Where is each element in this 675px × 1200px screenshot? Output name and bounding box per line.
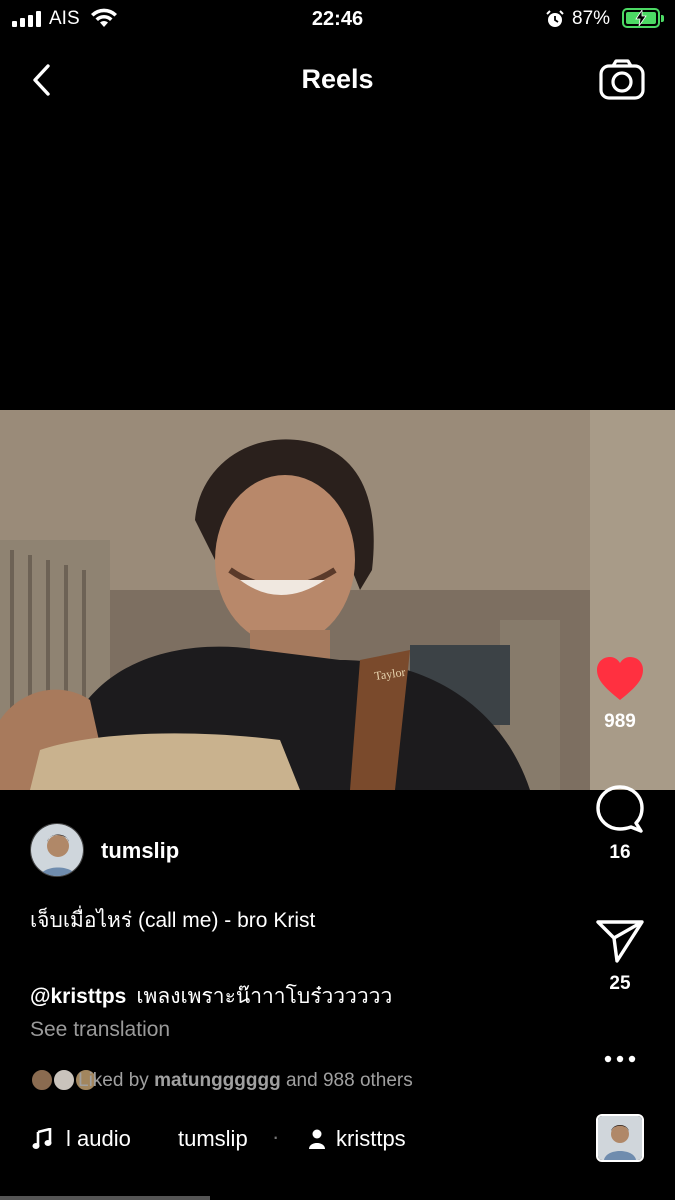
person-icon: [309, 1129, 325, 1149]
liker-avatar: [30, 1068, 54, 1092]
avatar[interactable]: [30, 823, 84, 877]
send-icon[interactable]: [595, 918, 645, 964]
music-note-icon: [32, 1128, 52, 1149]
separator-dot: ·: [272, 1124, 280, 1149]
comment-action[interactable]: 16: [580, 785, 660, 864]
reel-video[interactable]: Taylor: [0, 410, 675, 790]
liked-suffix[interactable]: and 988 others: [286, 1070, 413, 1091]
status-bar: AIS 22:46 87%: [0, 0, 675, 40]
share-count: 25: [609, 973, 631, 994]
camera-icon[interactable]: [598, 58, 646, 102]
caption: @kristtps เพลงเพราะน๊าาาโบร๋วววววว: [30, 980, 392, 1013]
caption-mention[interactable]: @kristtps: [30, 985, 126, 1008]
like-count: 989: [604, 711, 636, 732]
liked-by-text[interactable]: Liked by matungggggg and 988 others: [78, 1070, 413, 1092]
page-title: Reels: [301, 64, 374, 94]
audio-username[interactable]: tumslip: [178, 1126, 248, 1152]
battery-icon: [622, 8, 664, 28]
alarm-icon: [546, 10, 564, 27]
liked-prefix: Liked by: [78, 1070, 149, 1091]
comment-count: 16: [609, 842, 631, 863]
video-frame-illustration: Taylor: [0, 410, 675, 790]
comment-icon[interactable]: [595, 785, 645, 833]
see-translation-link[interactable]: See translation: [30, 1018, 170, 1042]
liked-user[interactable]: matungggggg: [154, 1070, 281, 1091]
tagged-user[interactable]: kristtps: [336, 1126, 406, 1152]
liker-avatar: [52, 1068, 76, 1092]
post-username[interactable]: tumslip: [101, 838, 179, 864]
song-title: เจ็บเมื่อไหร่ (call me) - bro Krist: [30, 909, 316, 932]
progress-bar: [0, 1196, 210, 1200]
share-action[interactable]: 25: [580, 918, 660, 995]
more-options-icon[interactable]: [604, 1054, 636, 1064]
chevron-left-icon[interactable]: [28, 62, 58, 98]
caption-text: เพลงเพราะน๊าาาโบร๋วววววว: [136, 985, 393, 1008]
battery-percent: 87%: [572, 8, 611, 29]
audio-thumbnail[interactable]: [596, 1114, 644, 1162]
like-action[interactable]: 989: [580, 656, 660, 733]
audio-label[interactable]: l audio: [66, 1126, 131, 1152]
heart-icon[interactable]: [595, 656, 645, 702]
